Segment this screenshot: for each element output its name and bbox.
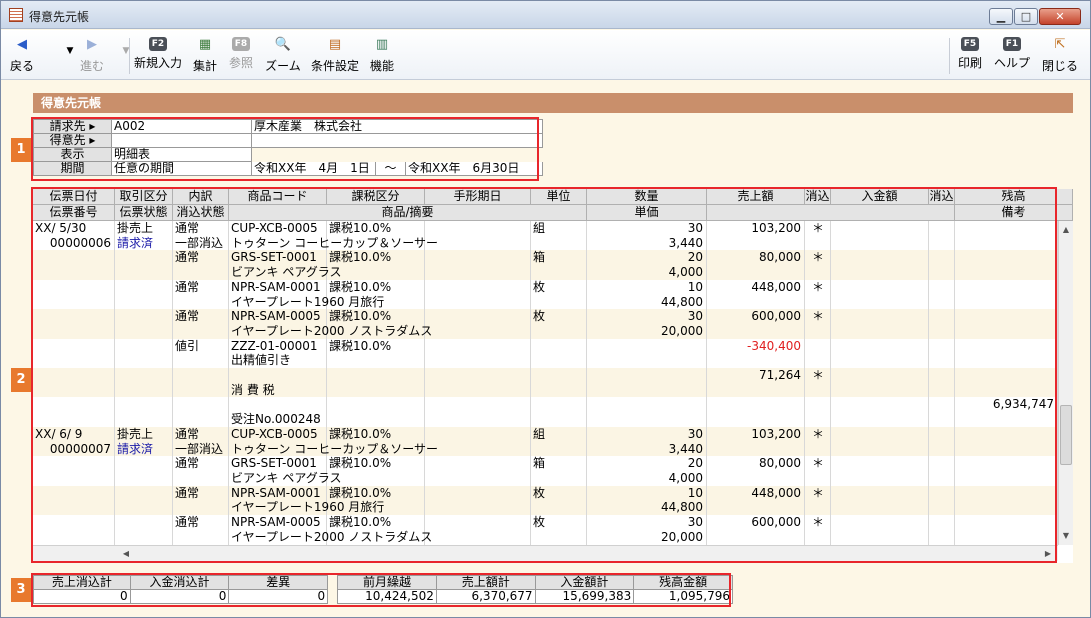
- back-button[interactable]: ◀ 戻る: [7, 34, 37, 76]
- highlight-box-2: [31, 187, 1057, 563]
- ledger-app-icon: [9, 8, 23, 22]
- ledger-content: 得意先元帳 請求先 ▸ A002 厚木産業 株式会社 得意先 ▸ 表示 明細表 …: [19, 85, 1077, 613]
- zoom-button[interactable]: 🔍 ズーム: [263, 34, 303, 76]
- condition-settings-button[interactable]: ▤ 条件設定: [309, 34, 361, 76]
- function-button[interactable]: ▥ 機能: [367, 34, 397, 76]
- window-title: 得意先元帳: [29, 10, 90, 24]
- maximize-icon: □: [1020, 10, 1032, 23]
- close-icon: ✕: [1055, 10, 1065, 23]
- total-button[interactable]: ▦ 集計: [191, 34, 219, 76]
- scroll-up-icon[interactable]: ▲: [1059, 223, 1073, 237]
- f5-key-icon: F5: [960, 37, 980, 51]
- exit-door-icon: ⇱: [1054, 37, 1066, 52]
- minimize-button[interactable]: ▁: [989, 8, 1013, 25]
- new-entry-button[interactable]: F2 新規入力: [133, 34, 183, 76]
- ledger-window: 得意先元帳 ▁ □ ✕ ◀ 戻る ▼ ▶ 進む ▼ F2 新規入力 ▦ 集計 F…: [0, 0, 1091, 618]
- forward-arrow-icon: ▶: [87, 37, 97, 52]
- settings-sheet-icon: ▤: [328, 37, 342, 52]
- function-icon: ▥: [375, 37, 389, 52]
- vertical-scrollbar[interactable]: ▲ ▼: [1058, 221, 1073, 545]
- print-button[interactable]: F5 印刷: [955, 34, 985, 76]
- f2-key-icon: F2: [148, 37, 168, 51]
- toolbar-divider: [129, 38, 130, 74]
- help-button[interactable]: F1 ヘルプ: [991, 34, 1033, 76]
- toolbar: ◀ 戻る ▼ ▶ 進む ▼ F2 新規入力 ▦ 集計 F8 参照 🔍 ズーム ▤…: [1, 30, 1090, 80]
- back-history-dropdown[interactable]: ▼: [59, 34, 74, 76]
- close-window-button[interactable]: ✕: [1039, 8, 1081, 25]
- section-header: 得意先元帳: [33, 93, 1073, 113]
- forward-button[interactable]: ▶ 進む: [75, 34, 109, 76]
- back-arrow-icon: ◀: [17, 37, 27, 52]
- f8-key-icon: F8: [231, 37, 251, 51]
- scroll-down-icon[interactable]: ▼: [1059, 529, 1073, 543]
- scroll-thumb[interactable]: [1060, 405, 1072, 465]
- calculator-icon: ▦: [198, 37, 212, 52]
- callout-badge-1: 1: [11, 138, 31, 162]
- close-button[interactable]: ⇱ 閉じる: [1039, 34, 1081, 76]
- highlight-box-1: [31, 117, 539, 181]
- highlight-box-3: [31, 573, 731, 607]
- magnifier-icon: 🔍: [274, 37, 292, 52]
- reference-button[interactable]: F8 参照: [227, 34, 255, 76]
- forward-history-dropdown[interactable]: ▼: [115, 34, 130, 76]
- minimize-icon: ▁: [996, 10, 1006, 23]
- title-bar: 得意先元帳 ▁ □ ✕: [1, 1, 1090, 29]
- maximize-button[interactable]: □: [1014, 8, 1038, 25]
- toolbar-divider: [949, 38, 950, 74]
- callout-badge-3: 3: [11, 578, 31, 602]
- f1-key-icon: F1: [1002, 37, 1022, 51]
- callout-badge-2: 2: [11, 368, 31, 392]
